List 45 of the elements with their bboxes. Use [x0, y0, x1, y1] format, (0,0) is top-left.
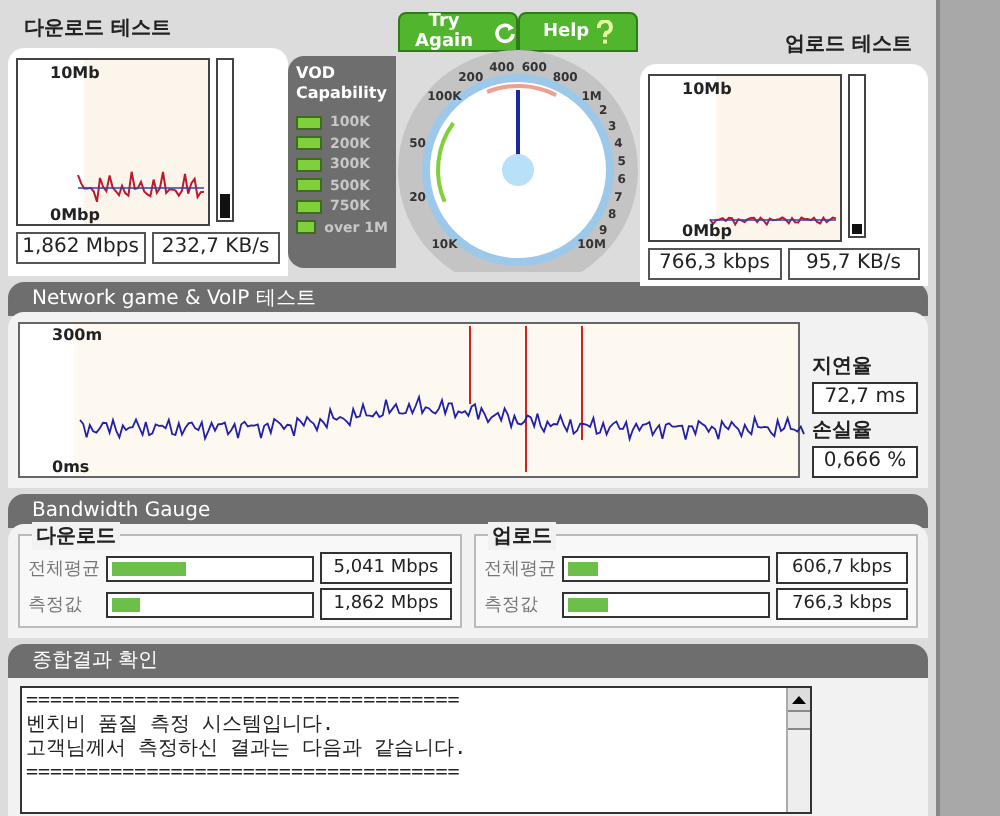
latency-label: 지연율	[811, 354, 874, 380]
indicator-lamp	[296, 115, 323, 130]
group-title: 업로드	[488, 522, 556, 550]
speed-value: 766,3 kbps	[648, 248, 782, 280]
loss-label: 손실율	[811, 418, 874, 444]
gauge-label: 측정값	[28, 593, 84, 617]
result-text: ==================================== 벤치비 품질 측정 시스템입니다. 고객님께서 측정하신 결과는 다음과 같습니다. ====================================	[24, 688, 469, 788]
gauge-value: 5,041 Mbps	[320, 552, 452, 584]
panel-title: 업로드 테스트	[783, 32, 914, 60]
try-again-button[interactable]: Try Again	[398, 12, 519, 52]
indicator-lamp	[296, 199, 323, 214]
rate-value: 232,7 KB/s	[151, 232, 281, 264]
axis-label: 10Mb	[50, 64, 100, 82]
scrollbar[interactable]	[786, 688, 810, 812]
scroll-thumb[interactable]	[788, 712, 810, 730]
group-title: 다운로드	[32, 522, 120, 550]
panel-title: 다운로드 테스트	[22, 16, 173, 44]
indicator-lamp	[296, 157, 323, 172]
gauge-label: 전체평균	[484, 557, 556, 581]
axis-label: 10Mb	[682, 80, 732, 98]
help-button[interactable]: Help	[518, 12, 639, 52]
result-box[interactable]: ==================================== 벤치비 품질 측정 시스템입니다. 고객님께서 측정하신 결과는 다음과 같습니다. ====================================	[20, 686, 812, 814]
gauge-label: 전체평균	[28, 557, 100, 581]
speed-value: 1,862 Mbps	[16, 232, 146, 264]
gauge-value: 606,7 kbps	[776, 552, 908, 584]
axis-label: 0Mbp	[682, 222, 733, 240]
speed-graph	[709, 215, 838, 227]
rate-value: 95,7 KB/s	[787, 248, 920, 280]
scroll-up-icon[interactable]	[792, 695, 806, 703]
vod-title: VOD Capability	[296, 64, 389, 104]
indicator-lamp	[296, 178, 323, 193]
loss-value: 0,666 %	[811, 446, 918, 478]
refresh-icon	[494, 21, 517, 43]
gauge-value: 1,862 Mbps	[320, 588, 452, 620]
section-header: 종합결과 확인	[8, 644, 928, 678]
latency-value: 72,7 ms	[811, 382, 918, 414]
speed-graph	[77, 170, 205, 203]
axis-label: 300m	[52, 326, 103, 344]
indicator-lamp	[296, 220, 317, 235]
gauge-label: 측정값	[484, 593, 540, 617]
help-icon	[595, 20, 614, 44]
axis-label: 0Mbp	[50, 206, 100, 224]
indicator-lamp	[296, 136, 323, 151]
axis-label: 0ms	[52, 458, 90, 476]
gauge-value: 766,3 kbps	[776, 588, 908, 620]
